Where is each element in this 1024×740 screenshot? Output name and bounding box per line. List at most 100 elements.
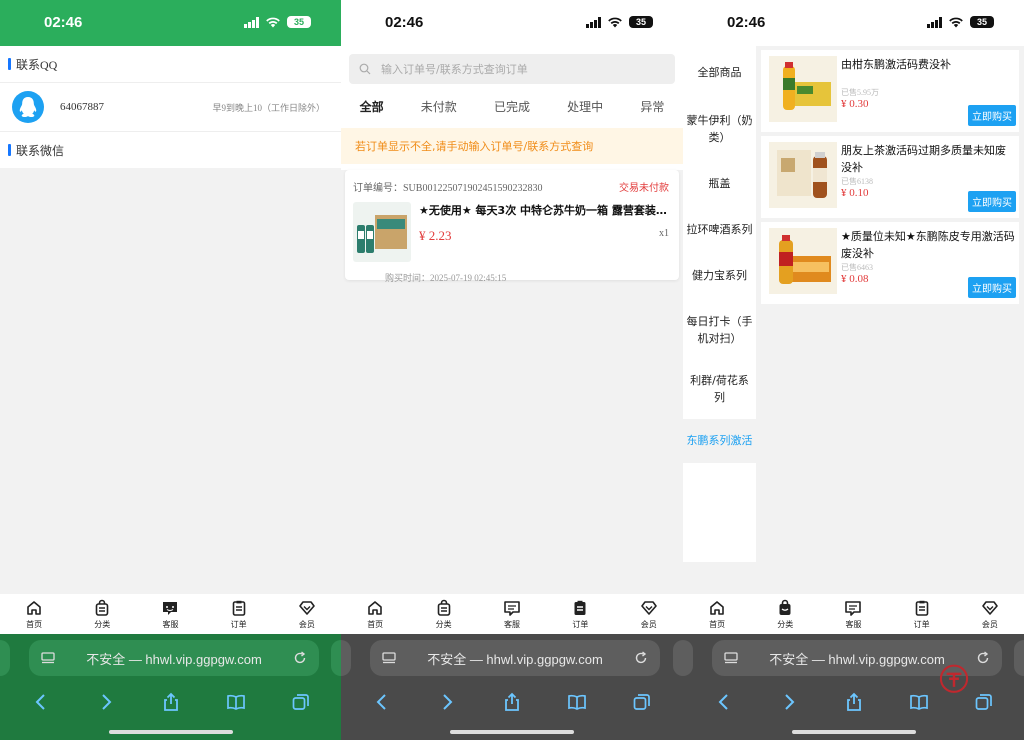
category-item-checkin[interactable]: 每日打卡（手机对扫） (683, 301, 756, 360)
wifi-icon (266, 17, 280, 28)
goods-name: 朋友上茶激活码过期多质量未知废没补 (841, 144, 1006, 175)
category-item-beer[interactable]: 拉环啤酒系列 (683, 209, 756, 251)
phone-category: 02:46 35 全部商品 蒙牛伊利（奶类） 瓶盖 拉环啤酒系列 健力宝系列 每… (683, 0, 1024, 740)
diamond-icon (640, 600, 657, 615)
tab-all[interactable]: 全部 (360, 98, 384, 115)
back-icon[interactable] (372, 692, 392, 712)
reader-icon[interactable] (41, 651, 55, 665)
product-image (353, 202, 411, 262)
goods-item[interactable]: 朋友上茶激活码过期多质量未知废没补 已售6138 ¥ 0.10 立即购买 (761, 136, 1019, 218)
address-bar[interactable]: 不安全 — hhwl.vip.ggpgw.com (370, 640, 660, 676)
buy-now-button[interactable]: 立即购买 (968, 105, 1016, 126)
status-bar: 02:46 35 (683, 0, 1024, 46)
tab-orders[interactable]: 订单 (219, 599, 259, 630)
address-bar[interactable]: 不安全 — hhwl.vip.ggpgw.com (29, 640, 319, 676)
goods-item[interactable]: ★质量位未知★东鹏陈皮专用激活码废没补 已售6463 ¥ 0.08 立即购买 (761, 222, 1019, 304)
tabs-icon[interactable] (632, 692, 652, 712)
category-item-dairy[interactable]: 蒙牛伊利（奶类） (683, 100, 756, 159)
tab-orders[interactable]: 订单 (902, 599, 942, 630)
category-item-all[interactable]: 全部商品 (683, 46, 756, 100)
prev-tab-pill[interactable] (341, 640, 351, 676)
battery-icon: 35 (287, 16, 311, 28)
tab-processing[interactable]: 处理中 (567, 98, 603, 115)
wechat-section-title: 联系微信 (0, 132, 341, 168)
prev-tab-pill[interactable] (683, 640, 693, 676)
reload-icon[interactable] (634, 651, 648, 665)
qq-contact-row[interactable]: 64067887 早9到晚上10（工作日除外） (0, 82, 341, 132)
tabs-icon[interactable] (291, 692, 311, 712)
tab-home[interactable]: 首页 (355, 599, 395, 630)
status-time: 02:46 (727, 14, 766, 31)
reader-icon[interactable] (382, 651, 396, 665)
tab-home[interactable]: 首页 (14, 599, 54, 630)
tab-service[interactable]: 客服 (150, 599, 190, 630)
reload-icon[interactable] (976, 651, 990, 665)
category-item-bottlecap[interactable]: 瓶盖 (683, 159, 756, 209)
signal-icon (927, 16, 942, 28)
url-text: 不安全 — hhwl.vip.ggpgw.com (427, 651, 603, 667)
tab-orders[interactable]: 订单 (560, 599, 600, 630)
back-icon[interactable] (31, 692, 51, 712)
back-icon[interactable] (714, 692, 734, 712)
next-tab-pill[interactable] (331, 640, 341, 676)
browser-toolbar: 不安全 — hhwl.vip.ggpgw.com (0, 634, 341, 740)
share-icon[interactable] (844, 692, 864, 712)
home-icon (27, 600, 41, 615)
tab-member[interactable]: 会员 (287, 599, 327, 630)
buy-now-button[interactable]: 立即购买 (968, 277, 1016, 298)
forward-icon[interactable] (779, 692, 799, 712)
clipboard-icon (232, 600, 245, 616)
order-product-title: ★无使用★ 每天3次 中特仑苏牛奶一箱 露营套装… (419, 204, 667, 217)
category-item-liqun[interactable]: 利群/荷花系列 (683, 360, 756, 419)
next-tab-pill[interactable] (1014, 640, 1024, 676)
tab-service[interactable]: 客服 (833, 599, 873, 630)
url-text: 不安全 — hhwl.vip.ggpgw.com (86, 651, 262, 667)
reload-icon[interactable] (293, 651, 307, 665)
phone-contact: 02:46 35 联系QQ 64067887 早9到晚上10（工作日除外） 联系… (0, 0, 341, 740)
tab-member[interactable]: 会员 (629, 599, 669, 630)
wifi-icon (949, 17, 963, 28)
order-card[interactable]: 订单编号：SUB00122507190245159023283‌0 交易未付款 … (345, 170, 679, 283)
bookmarks-icon[interactable] (909, 692, 929, 712)
goods-sold: 已售6463 (841, 263, 873, 273)
reader-icon[interactable] (724, 651, 738, 665)
tab-category[interactable]: 分类 (765, 599, 805, 630)
share-icon[interactable] (502, 692, 522, 712)
tab-member[interactable]: 会员 (970, 599, 1010, 630)
goods-list: 由柑东鹏激活码费没补 已售5.95万 ¥ 0.30 立即购买 朋友上茶激活码过期… (761, 50, 1019, 308)
category-item-dongpeng[interactable]: 东鹏系列激活 (683, 419, 756, 463)
prev-tab-pill[interactable] (0, 640, 10, 676)
tab-home[interactable]: 首页 (697, 599, 737, 630)
clipboard-icon (574, 600, 586, 615)
tab-category[interactable]: 分类 (82, 599, 122, 630)
qq-number: 64067887 (60, 101, 104, 113)
notice-banner: 若订单显示不全,请手动输入订单号/联系方式查询 (341, 128, 683, 164)
forward-icon[interactable] (437, 692, 457, 712)
bookmarks-icon[interactable] (226, 692, 246, 712)
browser-toolbar: 不安全 — hhwl.vip.ggpgw.com (683, 634, 1024, 740)
goods-item[interactable]: 由柑东鹏激活码费没补 已售5.95万 ¥ 0.30 立即购买 (761, 50, 1019, 132)
tabs-icon[interactable] (974, 692, 994, 712)
status-time: 02:46 (44, 14, 83, 31)
goods-image (769, 142, 837, 208)
goods-name: ★质量位未知★东鹏陈皮专用激活码废没补 (841, 230, 1015, 261)
tab-service[interactable]: 客服 (492, 599, 532, 630)
diamond-icon (982, 600, 998, 615)
share-icon[interactable] (161, 692, 181, 712)
buy-now-button[interactable]: 立即购买 (968, 191, 1016, 212)
forward-icon[interactable] (96, 692, 116, 712)
order-search-input[interactable]: 输入订单号/联系方式查询订单 (349, 54, 675, 84)
tab-completed[interactable]: 已完成 (494, 98, 530, 115)
tab-unpaid[interactable]: 未付款 (421, 98, 457, 115)
category-item-jianlibao[interactable]: 健力宝系列 (683, 251, 756, 301)
next-tab-pill[interactable] (673, 640, 683, 676)
order-number: 订单编号：SUB00122507190245159023283‌0 (353, 183, 543, 194)
tab-category[interactable]: 分类 (424, 599, 464, 630)
chat-icon (163, 601, 178, 615)
bookmarks-icon[interactable] (567, 692, 587, 712)
goods-sold: 已售6138 (841, 177, 873, 187)
tab-abnormal[interactable]: 异常 (640, 98, 664, 115)
home-icon (710, 600, 724, 615)
home-indicator (791, 730, 916, 734)
goods-name: 由柑东鹏激活码费没补 (841, 58, 951, 71)
